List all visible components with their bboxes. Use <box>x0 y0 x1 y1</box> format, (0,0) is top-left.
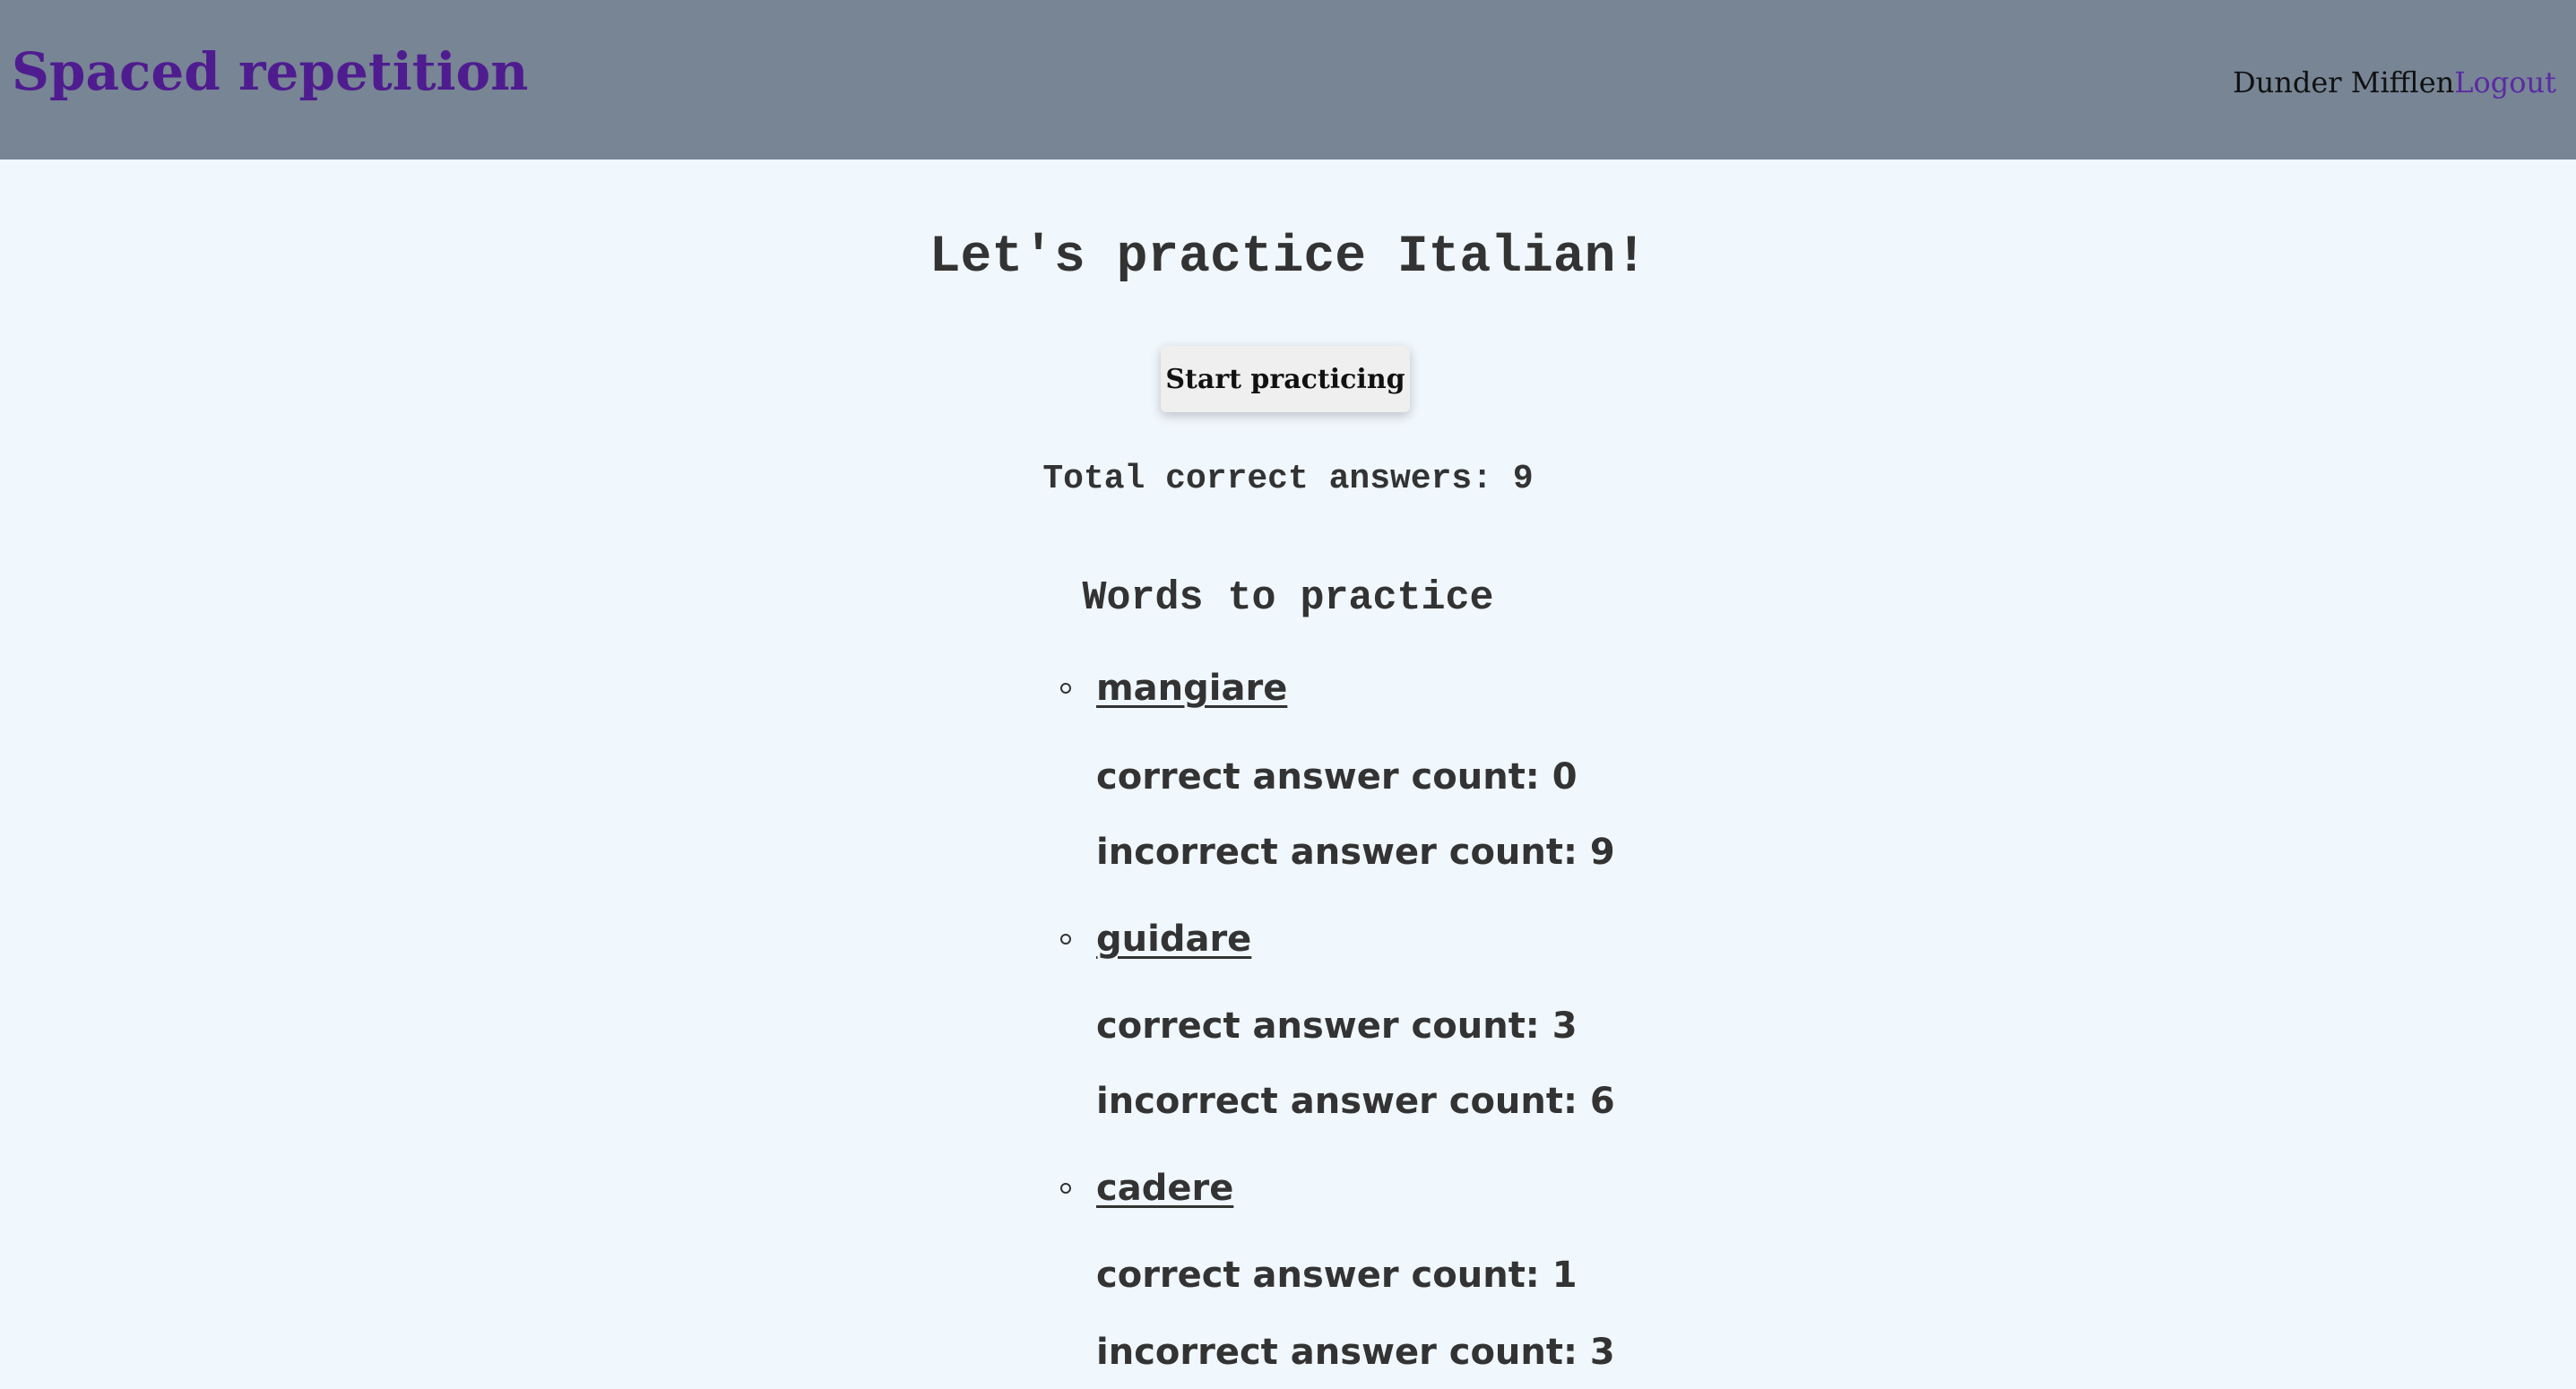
circle-bullet-icon <box>1060 934 1071 945</box>
logout-link[interactable]: Logout <box>2454 65 2556 99</box>
user-name: Dunder Mifflen <box>2232 65 2455 99</box>
circle-bullet-icon <box>1060 683 1071 694</box>
circle-bullet-icon <box>1060 1183 1071 1194</box>
correct-count: correct answer count: 1 <box>1096 1255 1578 1296</box>
correct-count: correct answer count: 0 <box>1096 756 1578 798</box>
page-title: Let's practice Italian! <box>929 229 1647 287</box>
incorrect-count: incorrect answer count: 6 <box>1096 1081 1615 1122</box>
word-link-mangiare[interactable]: mangiare <box>1096 666 1287 711</box>
incorrect-count: incorrect answer count: 9 <box>1096 832 1615 873</box>
word-link-cadere[interactable]: cadere <box>1096 1166 1233 1211</box>
correct-count: correct answer count: 3 <box>1096 1005 1578 1047</box>
words-to-practice-heading: Words to practice <box>1082 575 1494 621</box>
incorrect-count: incorrect answer count: 3 <box>1096 1332 1615 1373</box>
app-header: Spaced repetition Dunder MifflenLogout <box>0 0 2576 160</box>
user-area: Dunder MifflenLogout <box>2233 63 2556 102</box>
total-correct-answers: Total correct answers: 9 <box>1042 460 1534 498</box>
app-title[interactable]: Spaced repetition <box>12 36 528 108</box>
start-practicing-button[interactable]: Start practicing <box>1161 346 1410 412</box>
word-link-guidare[interactable]: guidare <box>1096 917 1251 962</box>
